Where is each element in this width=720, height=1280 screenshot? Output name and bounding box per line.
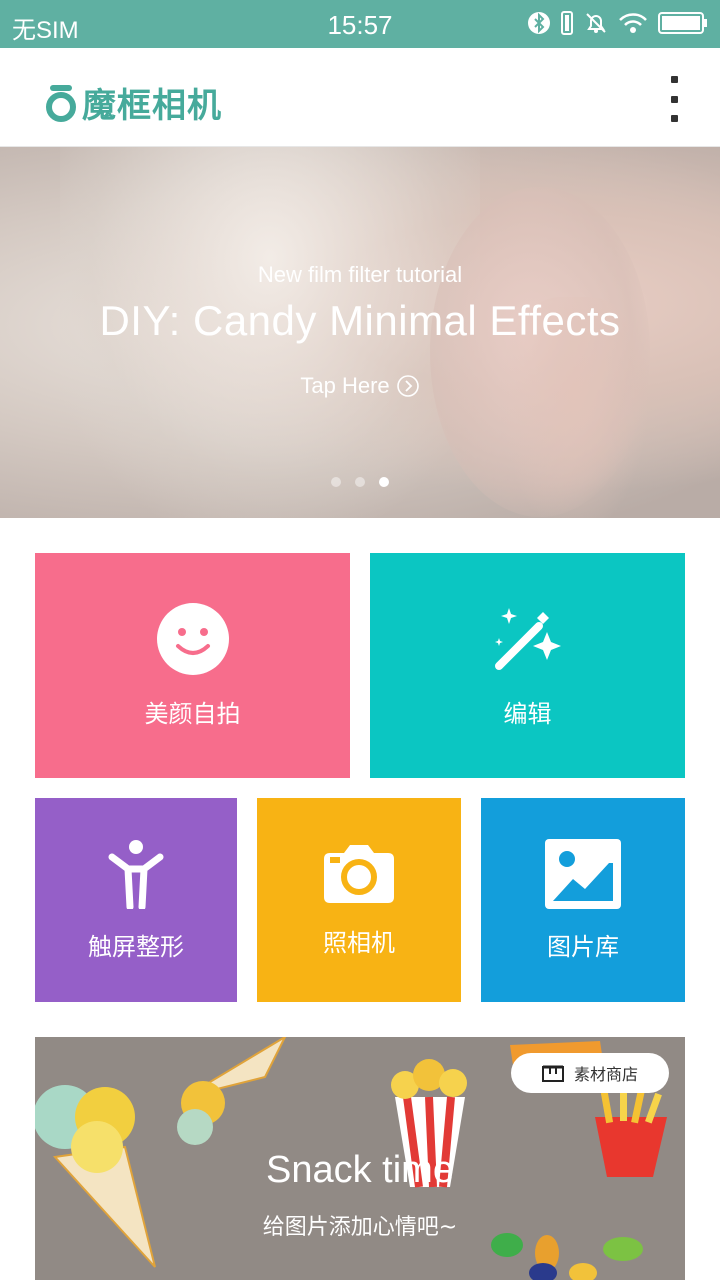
person-icon <box>108 839 164 909</box>
gallery-label: 图片库 <box>547 932 619 961</box>
edit-label: 编辑 <box>503 700 552 728</box>
smiley-icon <box>156 603 229 675</box>
status-icons <box>528 10 708 36</box>
page-dot-active[interactable] <box>379 477 389 487</box>
selfie-tile[interactable]: 美颜自拍 <box>35 553 350 778</box>
store-icon <box>541 1065 564 1082</box>
page-dot[interactable] <box>355 477 365 487</box>
promo-subtitle: 给图片添加心情吧~ <box>262 1215 458 1240</box>
gallery-tile[interactable]: 图片库 <box>481 798 685 1002</box>
page-dot[interactable] <box>331 477 341 487</box>
magic-wand-icon <box>494 608 561 670</box>
camera-label: 照相机 <box>323 928 395 957</box>
menu-dot-icon <box>670 76 678 83</box>
menu-dot-icon <box>670 115 678 122</box>
camera-icon <box>324 844 394 903</box>
app-title: 魔框相机 <box>82 86 222 126</box>
logo-icon <box>46 84 76 122</box>
overflow-menu-button[interactable] <box>664 76 684 122</box>
status-bar: 无SIM 15:57 <box>0 0 720 48</box>
material-store-label: 素材商店 <box>573 1065 638 1084</box>
image-icon <box>545 838 621 909</box>
banner-cta-label: Tap Here <box>300 373 390 398</box>
wifi-icon <box>619 13 647 33</box>
mute-bell-icon <box>586 13 606 33</box>
material-store-button[interactable]: 素材商店 <box>511 1053 669 1093</box>
reshape-tile[interactable]: 触屏整形 <box>35 798 237 1002</box>
menu-dot-icon <box>670 95 678 103</box>
banner-title: DIY: Candy Minimal Effects <box>99 297 621 344</box>
app-logo: 魔框相机 <box>44 78 222 127</box>
edit-tile[interactable]: 编辑 <box>370 553 685 778</box>
reshape-label: 触屏整形 <box>88 932 184 961</box>
snack-time-promo-card[interactable]: 素材商店 Snack time 给图片添加心情吧~ <box>35 1037 685 1280</box>
banner-tap-here-link[interactable]: Tap Here <box>0 373 720 399</box>
vibrate-icon <box>561 11 573 35</box>
bluetooth-icon <box>528 12 550 34</box>
app-header: 魔框相机 <box>0 48 720 147</box>
selfie-label: 美颜自拍 <box>144 700 241 728</box>
promo-banner[interactable]: New film filter tutorial DIY: Candy Mini… <box>0 147 720 518</box>
battery-icon <box>658 12 707 34</box>
chevron-right-circle-icon <box>396 375 419 397</box>
promo-title: Snack time <box>266 1149 454 1191</box>
camera-tile[interactable]: 照相机 <box>257 798 461 1002</box>
banner-page-indicator <box>0 477 720 487</box>
banner-subtitle: New film filter tutorial <box>257 262 463 287</box>
